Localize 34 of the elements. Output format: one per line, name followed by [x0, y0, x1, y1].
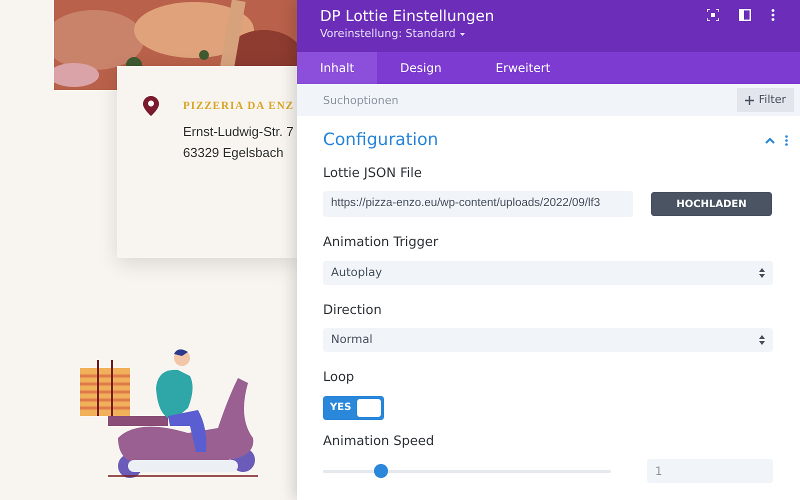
field-label: Direction: [323, 302, 383, 320]
address-line: 63329 Egelsbach: [183, 144, 284, 162]
preset-dropdown[interactable]: Voreinstellung: Standard: [320, 26, 494, 42]
toggle-switch[interactable]: YES: [323, 396, 384, 420]
plus-icon: [744, 96, 754, 104]
more-icon[interactable]: [771, 9, 775, 21]
tab[interactable]: Inhalt: [297, 52, 378, 84]
sort-icon: [759, 268, 765, 278]
search-field[interactable]: Suchoptionen: [297, 84, 737, 116]
filter-button[interactable]: Filter: [736, 88, 794, 112]
focus-icon[interactable]: [707, 9, 719, 21]
split-view-icon[interactable]: [739, 9, 751, 21]
field-label: Lottie JSON File: [323, 164, 423, 182]
field-label: Animation Trigger: [323, 234, 440, 252]
tab[interactable]: Design: [377, 52, 465, 84]
field-label: Loop: [323, 369, 356, 387]
panel-title: DP Lottie Einstellungen: [320, 6, 494, 26]
sort-icon: [759, 335, 765, 345]
select-field[interactable]: Normal: [323, 328, 773, 352]
section-title: Configuration: [323, 129, 438, 152]
slider-track[interactable]: [323, 464, 611, 478]
tab[interactable]: Erweitert: [472, 52, 574, 84]
field-label: Animation Speed: [323, 432, 436, 450]
url-field[interactable]: https://pizza-enzo.eu/wp-content/uploads/2022/09/lf3: [323, 191, 633, 217]
chevron-up-icon[interactable]: [765, 138, 775, 144]
select-field[interactable]: Autoplay: [323, 260, 773, 284]
slider-thumb[interactable]: [374, 464, 388, 478]
upload-button[interactable]: HOCHLADEN: [651, 192, 772, 216]
speed-field[interactable]: 1: [647, 459, 773, 483]
map-pin-icon: [143, 96, 159, 116]
more-icon[interactable]: [785, 135, 788, 146]
card-title: PIZZERIA DA ENZ: [183, 99, 294, 114]
caret-icon: [460, 32, 465, 36]
address-line: Ernst-Ludwig-Str. 7: [183, 122, 294, 141]
